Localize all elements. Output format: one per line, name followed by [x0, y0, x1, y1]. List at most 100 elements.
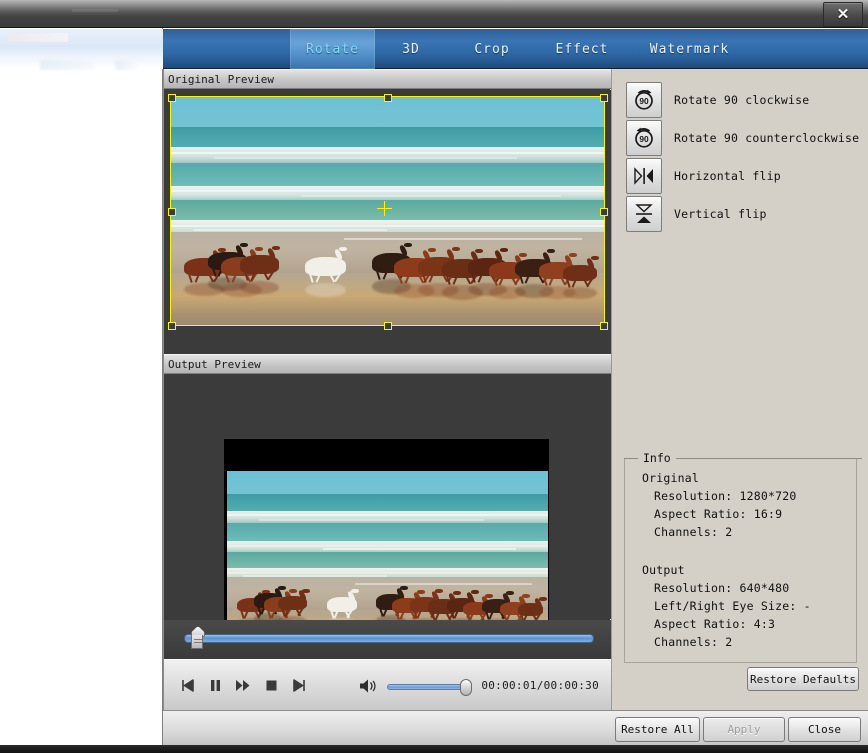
- next-button[interactable]: [288, 674, 310, 696]
- tab-rotate[interactable]: Rotate: [290, 29, 375, 69]
- info-output-eye-size: Left/Right Eye Size: -: [654, 599, 811, 613]
- info-original-heading: Original: [642, 471, 699, 485]
- selection-handle-bottom-left[interactable]: [168, 322, 176, 330]
- output-preview-header: Output Preview: [164, 354, 611, 374]
- selection-handle-middle-left[interactable]: [168, 208, 176, 216]
- wave-streak: [171, 225, 604, 227]
- selection-handle-top-left[interactable]: [168, 94, 176, 102]
- info-original-channels: Channels: 2: [654, 525, 732, 539]
- stop-icon: [265, 679, 278, 692]
- selection-handle-bottom-right[interactable]: [600, 322, 608, 330]
- rotate-editor-window: ✕ Rotate 3D Crop Effect Watermark Origin…: [0, 0, 868, 753]
- info-original-resolution: Resolution: 1280*720: [654, 489, 796, 503]
- horizontal-flip-row[interactable]: Horizontal flip: [626, 158, 781, 194]
- scene-layer-sea2: [171, 163, 604, 186]
- rotate-counterclockwise-row[interactable]: 90 Rotate 90 counterclockwise: [626, 120, 859, 156]
- tab-rotate-label: Rotate: [306, 42, 359, 57]
- info-legend: Info: [624, 451, 862, 465]
- tab-watermark[interactable]: Watermark: [627, 29, 752, 69]
- info-original-aspect-ratio: Aspect Ratio: 16:9: [654, 507, 782, 521]
- tab-crop[interactable]: Crop: [447, 29, 537, 69]
- selection-handle-bottom-center[interactable]: [384, 322, 392, 330]
- timecode-display: 00:00:01/00:00:30: [481, 679, 599, 692]
- vertical-flip-row[interactable]: Vertical flip: [626, 196, 767, 232]
- wave-streak: [227, 545, 548, 547]
- rotate-90-clockwise-button[interactable]: 90: [626, 82, 662, 118]
- vertical-flip-button[interactable]: [626, 196, 662, 232]
- restore-defaults-button[interactable]: Restore Defaults: [747, 667, 859, 691]
- original-preview-header: Original Preview: [164, 69, 611, 89]
- scene-layer-sky: [227, 471, 548, 494]
- scene-layer-foam1: [171, 147, 604, 163]
- pause-button[interactable]: [204, 674, 226, 696]
- center-crosshair-icon: [377, 201, 392, 216]
- rotate-90-clockwise-label: Rotate 90 clockwise: [674, 93, 809, 107]
- tab-effect[interactable]: Effect: [537, 29, 627, 69]
- volume-thumb[interactable]: [460, 679, 472, 696]
- close-button[interactable]: Close: [788, 717, 861, 742]
- skip-next-icon: [292, 679, 307, 692]
- selection-handle-top-right[interactable]: [600, 94, 608, 102]
- fast-forward-button[interactable]: [232, 674, 254, 696]
- rotate-clockwise-row[interactable]: 90 Rotate 90 clockwise: [626, 82, 809, 118]
- seek-track[interactable]: [184, 634, 594, 643]
- svg-text:90: 90: [639, 96, 649, 106]
- background-window-strip: [0, 28, 163, 753]
- dialog-footer: Restore All Apply Close: [163, 710, 868, 745]
- apply-button[interactable]: Apply: [703, 717, 785, 742]
- wave-streak: [227, 572, 548, 574]
- info-output-heading: Output: [642, 563, 685, 577]
- background-window-ghost-text-b: [40, 60, 95, 70]
- horizontal-flip-button[interactable]: [626, 158, 662, 194]
- wave-streak: [227, 514, 548, 516]
- wave-streak: [193, 229, 388, 231]
- output-preview-stage: [164, 374, 611, 619]
- wave-streak: [171, 190, 604, 192]
- horse: [563, 265, 598, 281]
- scene-layer-sea2: [227, 523, 548, 541]
- horizontal-flip-icon: [632, 166, 656, 186]
- scene-layer-sea1: [171, 127, 604, 150]
- seek-thumb[interactable]: [188, 626, 206, 650]
- close-icon: ✕: [837, 7, 850, 22]
- wave-streak: [259, 519, 484, 521]
- wave-streak: [214, 157, 517, 159]
- window-bottom-edge: [0, 745, 868, 753]
- rotate-90-counterclockwise-icon: 90: [632, 126, 656, 150]
- vertical-flip-icon: [634, 202, 654, 226]
- restore-all-button[interactable]: Restore All: [615, 717, 700, 742]
- stop-button[interactable]: [260, 674, 282, 696]
- pause-icon: [209, 679, 222, 692]
- horizontal-flip-label: Horizontal flip: [674, 169, 781, 183]
- selection-handle-middle-right[interactable]: [600, 208, 608, 216]
- selection-handle-top-center[interactable]: [384, 94, 392, 102]
- info-output-aspect-ratio: Aspect Ratio: 4:3: [654, 617, 775, 631]
- svg-text:90: 90: [639, 134, 649, 144]
- wave-streak: [171, 152, 604, 154]
- transport-bar: 00:00:01/00:00:30: [164, 659, 611, 710]
- window-close-button[interactable]: ✕: [823, 2, 863, 27]
- title-bar: ✕: [0, 0, 868, 28]
- info-output-resolution: Resolution: 640*480: [654, 581, 789, 595]
- window-title-ghost: [72, 9, 118, 12]
- fast-forward-icon: [235, 679, 251, 692]
- horse: [327, 597, 357, 612]
- horse: [518, 603, 544, 616]
- info-output-channels: Channels: 2: [654, 635, 732, 649]
- previous-button[interactable]: [176, 674, 198, 696]
- wave-streak: [355, 583, 532, 585]
- scene-layer-sea3: [227, 552, 548, 568]
- speaker-volume-icon: [359, 678, 381, 694]
- original-preview-stage: [164, 90, 611, 354]
- rotate-90-counterclockwise-button[interactable]: 90: [626, 120, 662, 156]
- rotate-90-counterclockwise-label: Rotate 90 counterclockwise: [674, 131, 859, 145]
- horse: [240, 255, 279, 273]
- wave-streak: [344, 238, 582, 240]
- tab-3d[interactable]: 3D: [375, 29, 447, 69]
- horse: [305, 257, 346, 276]
- horse: [278, 596, 307, 610]
- vertical-flip-label: Vertical flip: [674, 207, 767, 221]
- tab-bar: Rotate 3D Crop Effect Watermark: [163, 29, 868, 69]
- volume-control[interactable]: [359, 678, 479, 694]
- rotate-90-clockwise-icon: 90: [632, 88, 656, 112]
